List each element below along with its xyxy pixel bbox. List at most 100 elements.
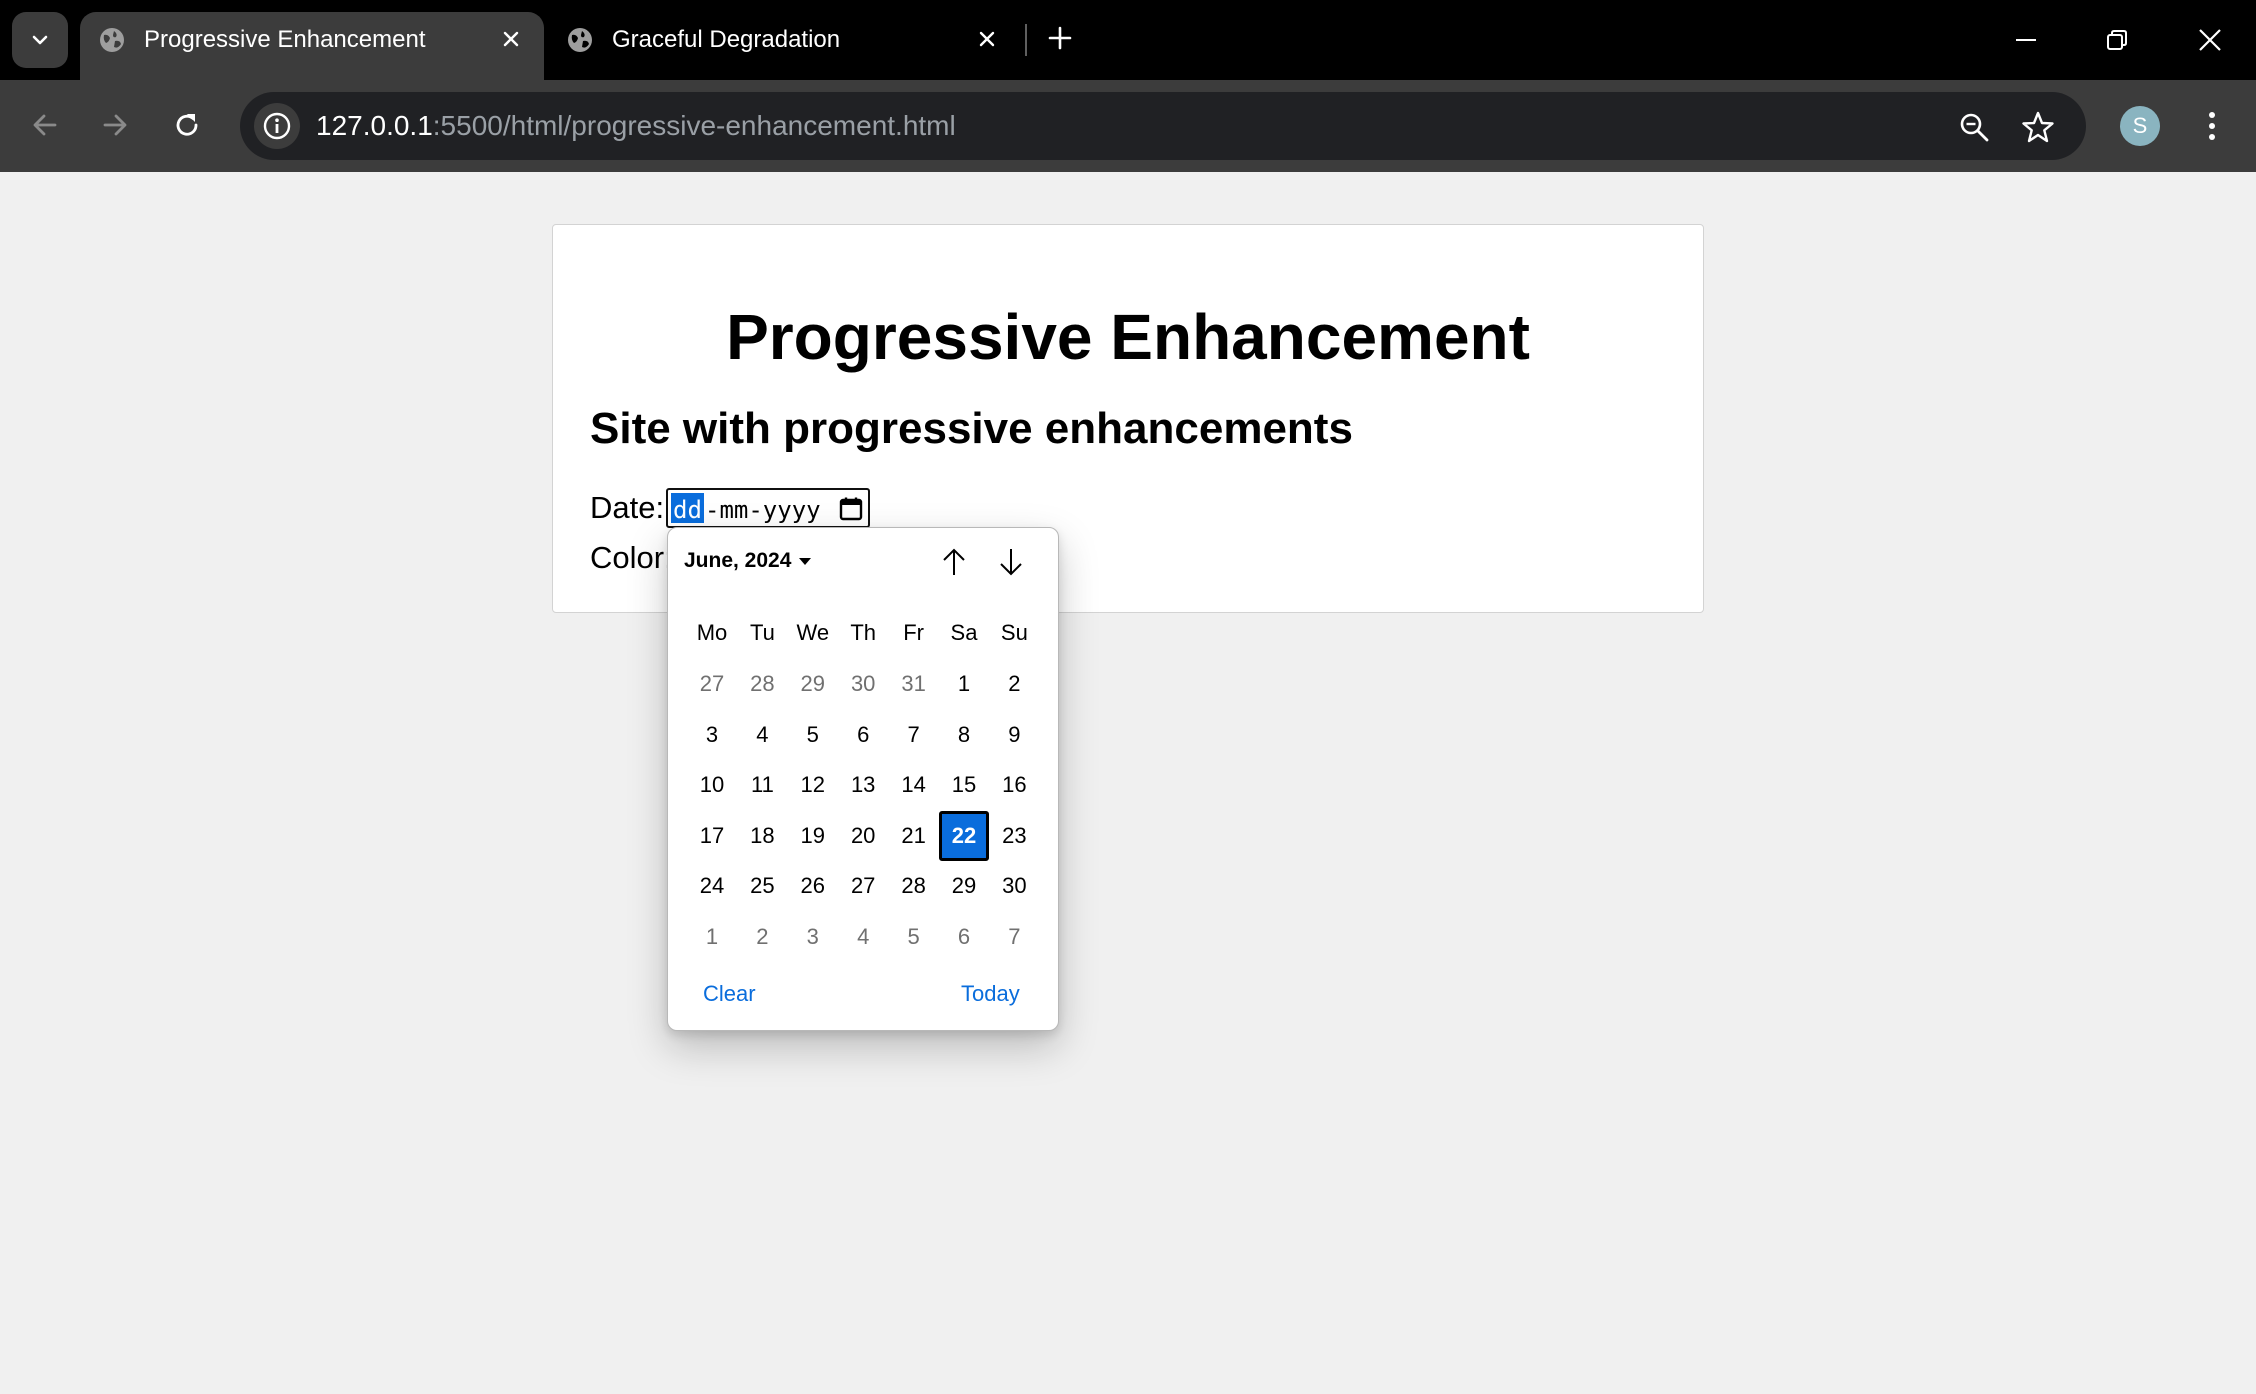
tab-close-button[interactable] [970,22,1004,56]
weekday-label: We [796,620,830,645]
close-window-button[interactable] [2190,20,2230,60]
color-label: Color: [590,540,673,575]
day-cell[interactable]: 9 [989,710,1039,760]
tab-close-button[interactable] [494,22,528,56]
arrow-down-icon [1000,549,1022,576]
minimize-button[interactable] [2006,20,2046,60]
calendar-icon[interactable] [838,496,864,522]
url-path: :5500/html/progressive-enhancement.html [432,110,956,141]
weekday-label: Th [850,620,877,645]
weekday-label: Tu [749,620,775,645]
date-picker-popup: June, 2024 Mo Tu We Th Fr Sa Su 27 28 29 30 31 1 2 3 4… [667,527,1059,1031]
site-info-button[interactable] [254,103,300,149]
browser-menu-button[interactable] [2192,104,2232,148]
star-icon [2022,111,2054,143]
day-cell[interactable]: 4 [838,912,888,962]
day-cell[interactable]: 3 [687,710,737,760]
profile-avatar[interactable]: S [2120,106,2160,146]
day-cell[interactable]: 29 [939,861,989,911]
day-cell[interactable]: 10 [687,760,737,810]
back-button[interactable] [22,102,68,148]
month-year-label: June, 2024 [684,549,792,572]
previous-month-button[interactable] [934,542,974,582]
bookmark-button[interactable] [2018,107,2058,147]
chevron-down-icon [32,35,48,45]
day-cell[interactable]: 8 [939,710,989,760]
day-cell[interactable]: 30 [838,659,888,709]
date-month-year-segments[interactable]: -mm-yyyy [705,493,821,527]
weekday-label: Sa [950,620,978,645]
plus-icon [1048,26,1072,50]
tab-title: Progressive Enhancement [144,26,426,53]
reload-button[interactable] [164,102,210,148]
day-cell[interactable]: 19 [788,811,838,861]
day-cell[interactable]: 1 [939,659,989,709]
month-year-selector[interactable]: June, 2024 [684,548,812,574]
day-cell[interactable]: 14 [889,760,939,810]
day-cell[interactable]: 2 [989,659,1039,709]
day-cell[interactable]: 5 [788,710,838,760]
day-cell[interactable]: 25 [737,861,787,911]
day-cell[interactable]: 5 [889,912,939,962]
day-cell[interactable]: 7 [889,710,939,760]
day-cell[interactable]: 15 [939,760,989,810]
tab-graceful-degradation[interactable]: Graceful Degradation [548,12,1016,80]
day-cell[interactable]: 28 [889,861,939,911]
day-cell[interactable]: 17 [687,811,737,861]
zoom-button[interactable] [1954,107,1994,147]
page-title: Progressive Enhancement [726,301,1530,373]
day-cell[interactable]: 12 [788,760,838,810]
tab-search-button[interactable] [12,12,68,68]
restore-icon [2107,30,2127,50]
day-cell[interactable]: 26 [788,861,838,911]
caret-down-icon [799,557,812,565]
weekday-label: Mo [696,620,728,645]
arrow-right-icon [103,114,127,136]
day-cell[interactable]: 24 [687,861,737,911]
tab-separator [1025,24,1027,56]
day-cell[interactable]: 1 [687,912,737,962]
date-day-segment[interactable]: dd [671,493,704,524]
date-input[interactable]: dd -mm-yyyy [666,488,870,528]
close-icon [979,31,995,47]
today-button[interactable]: Today [961,980,1020,1008]
restore-button[interactable] [2097,20,2137,60]
tab-progressive-enhancement[interactable]: Progressive Enhancement [80,12,544,80]
day-cell[interactable]: 27 [838,861,888,911]
day-cell[interactable]: 29 [788,659,838,709]
info-icon [263,112,291,140]
weekday-label: Su [1000,620,1028,645]
address-bar[interactable]: 127.0.0.1:5500/html/progressive-enhancem… [240,92,2086,160]
day-cell[interactable]: 2 [737,912,787,962]
day-cell[interactable]: 20 [838,811,888,861]
next-month-button[interactable] [991,542,1031,582]
new-tab-button[interactable] [1042,20,1078,56]
url-host: 127.0.0.1 [316,110,433,141]
day-cell[interactable]: 6 [838,710,888,760]
day-cell[interactable]: 18 [737,811,787,861]
day-cell[interactable]: 7 [989,912,1039,962]
close-icon [2199,29,2221,51]
globe-icon [568,28,592,52]
clear-button[interactable]: Clear [703,980,756,1008]
forward-button[interactable] [92,102,138,148]
day-cell-selected[interactable]: 22 [939,810,989,861]
weekday-label: Fr [903,620,924,645]
day-cell[interactable]: 27 [687,659,737,709]
day-cell[interactable]: 30 [989,861,1039,911]
day-cell[interactable]: 16 [989,760,1039,810]
day-cell[interactable]: 21 [889,811,939,861]
arrow-left-icon [33,114,57,136]
day-cell[interactable]: 13 [838,760,888,810]
more-vert-icon [2209,112,2215,140]
day-cell[interactable]: 11 [737,760,787,810]
globe-icon [100,28,124,52]
day-cell[interactable]: 28 [737,659,787,709]
tab-title: Graceful Degradation [612,26,841,53]
day-cell[interactable]: 3 [788,912,838,962]
close-icon [503,31,519,47]
day-cell[interactable]: 31 [889,659,939,709]
day-cell[interactable]: 23 [989,811,1039,861]
day-cell[interactable]: 4 [737,710,787,760]
day-cell[interactable]: 6 [939,912,989,962]
